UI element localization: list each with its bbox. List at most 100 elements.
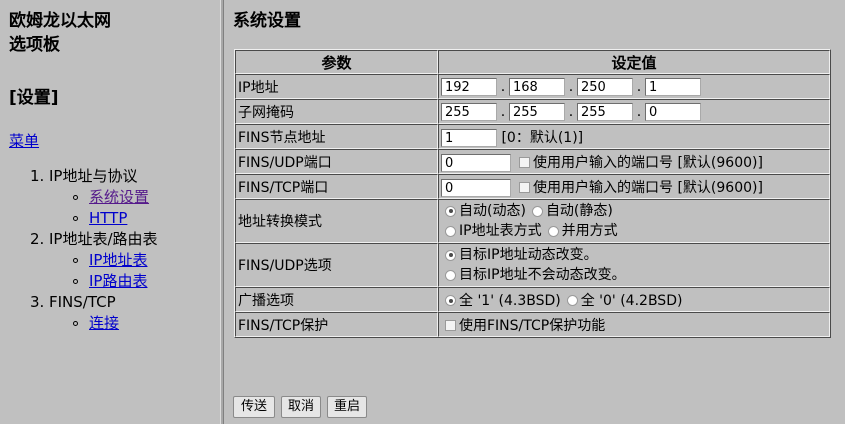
nav-list: 1. IP地址与协议 系统设置 HTTP 2. IP地址表/路由表 IP地址表 … xyxy=(0,166,220,334)
broadcast-all-zeros-radio[interactable] xyxy=(566,295,578,306)
cancel-button[interactable]: 取消 xyxy=(281,396,321,418)
fins-tcp-port-input[interactable]: 0 xyxy=(441,178,511,197)
column-header-param: 参数 xyxy=(235,50,438,74)
table-header-row: 参数 设定值 xyxy=(235,50,830,74)
fins-tcp-user-port-label: 使用用户输入的端口号 [默认(9600)] xyxy=(533,179,763,196)
nav-item-system-settings: 系统设置 xyxy=(0,187,220,208)
settings-table: 参数 设定值 IP地址 192. 168. 250. 1 子网掩码 255. 255. 2… xyxy=(234,49,831,338)
nav-item-ip-address-table: IP地址表 xyxy=(0,250,220,271)
addr-combined-label: 并用方式 xyxy=(561,223,618,239)
table-row: FINS/UDP选项 目标IP地址动态改变。 目标IP地址不会动态改变。 xyxy=(235,243,830,287)
udp-dynamic-change-label: 目标IP地址动态改变。 xyxy=(459,247,598,263)
fins-udp-user-port-label: 使用用户输入的端口号 [默认(9600)] xyxy=(533,154,763,171)
nav-item-http: HTTP xyxy=(0,208,220,229)
fins-udp-port-input[interactable]: 0 xyxy=(441,153,511,172)
radio-line: 目标IP地址动态改变。 xyxy=(441,245,827,265)
table-row: IP地址 192. 168. 250. 1 xyxy=(235,74,830,99)
fins-udp-port-label: FINS/UDP端口 xyxy=(235,149,438,174)
nav-section-number: 3. xyxy=(30,293,45,311)
addr-combined-radio[interactable] xyxy=(547,225,559,237)
addr-auto-dynamic-label: 自动(动态) xyxy=(459,203,526,219)
udp-dynamic-change-radio[interactable] xyxy=(445,249,456,261)
radio-line: 自动(动态) 自动(静态) xyxy=(441,201,827,221)
fins-tcp-protect-label: FINS/TCP保护 xyxy=(235,312,438,337)
nav-item-ip-route-table: IP路由表 xyxy=(0,271,220,292)
ip-address-value: 192. 168. 250. 1 xyxy=(438,74,830,99)
broadcast-all-ones-radio[interactable] xyxy=(445,295,456,306)
nav-section-number: 1. xyxy=(30,167,45,185)
fins-node-value: 1 [0：默认(1)] xyxy=(438,124,830,149)
addr-auto-static-label: 自动(静态) xyxy=(545,203,613,219)
ip-octet-3-input[interactable]: 250 xyxy=(577,77,633,96)
broadcast-all-zeros-label: 全 '0' (4.2BSD) xyxy=(580,292,683,309)
broadcast-all-ones-label: 全 '1' (4.3BSD) xyxy=(459,292,561,309)
addr-table-radio[interactable] xyxy=(445,225,456,237)
nav-link-ip-address-table[interactable]: IP地址表 xyxy=(89,250,147,271)
bullet-icon xyxy=(73,216,78,221)
fins-tcp-protect-checkbox-label: 使用FINS/TCP保护功能 xyxy=(459,317,606,334)
fins-tcp-protect-value: 使用FINS/TCP保护功能 xyxy=(438,312,830,337)
nav-item-connection: 连接 xyxy=(0,313,220,334)
fins-tcp-port-value: 0 使用用户输入的端口号 [默认(9600)] xyxy=(438,174,830,199)
addr-table-label: IP地址表方式 xyxy=(459,223,542,239)
nav-link-system-settings[interactable]: 系统设置 xyxy=(89,187,149,208)
menu-link[interactable]: 菜单 xyxy=(9,130,39,151)
dot-separator: . xyxy=(500,103,506,120)
broadcast-label: 广播选项 xyxy=(235,287,438,312)
table-row: FINS/TCP保护 使用FINS/TCP保护功能 xyxy=(235,312,830,337)
mask-octet-4-input[interactable]: 0 xyxy=(645,102,701,121)
table-row: 广播选项 全 '1' (4.3BSD) 全 '0' (4.2BSD) xyxy=(235,287,830,312)
fins-udp-user-port-checkbox[interactable] xyxy=(519,157,530,168)
udp-no-dynamic-change-radio[interactable] xyxy=(445,269,456,281)
bullet-icon xyxy=(73,258,78,263)
fins-node-hint: [0：默认(1)] xyxy=(501,129,584,146)
ip-address-label: IP地址 xyxy=(235,74,438,99)
mask-octet-1-input[interactable]: 255 xyxy=(441,102,497,121)
radio-line: 目标IP地址不会动态改变。 xyxy=(441,265,827,285)
bullet-icon xyxy=(73,279,78,284)
mask-octet-3-input[interactable]: 255 xyxy=(577,102,633,121)
nav-link-ip-route-table[interactable]: IP路由表 xyxy=(89,271,147,292)
main-content: 系统设置 参数 设定值 IP地址 192. 168. 250. 1 子网掩码 255.… xyxy=(224,0,845,424)
sidebar: 欧姆龙以太网 选项板 [设置] 菜单 1. IP地址与协议 系统设置 HTTP … xyxy=(0,0,220,424)
addr-conversion-value: 自动(动态) 自动(静态) IP地址表方式 并用方式 xyxy=(438,199,830,243)
send-button[interactable]: 传送 xyxy=(233,396,275,418)
page-title: 系统设置 xyxy=(233,11,301,31)
dot-separator: . xyxy=(568,103,574,120)
addr-conversion-label: 地址转换模式 xyxy=(235,199,438,243)
nav-section-ip-protocol: 1. IP地址与协议 xyxy=(0,166,220,187)
broadcast-value: 全 '1' (4.3BSD) 全 '0' (4.2BSD) xyxy=(438,287,830,312)
dot-separator: . xyxy=(500,78,506,95)
nav-link-connection[interactable]: 连接 xyxy=(89,313,119,334)
dot-separator: . xyxy=(568,78,574,95)
dot-separator: . xyxy=(636,78,642,95)
nav-section-ip-tables: 2. IP地址表/路由表 xyxy=(0,229,220,250)
fins-node-label: FINS节点地址 xyxy=(235,124,438,149)
mask-octet-2-input[interactable]: 255 xyxy=(509,102,565,121)
nav-section-label: FINS/TCP xyxy=(49,293,116,311)
brand-title: 欧姆龙以太网 选项板 xyxy=(9,9,111,57)
nav-link-http[interactable]: HTTP xyxy=(89,208,127,229)
udp-no-dynamic-change-label: 目标IP地址不会动态改变。 xyxy=(459,267,626,283)
ip-octet-4-input[interactable]: 1 xyxy=(645,77,701,96)
table-row: 地址转换模式 自动(动态) 自动(静态) IP地址表方式 并用方式 xyxy=(235,199,830,243)
table-row: FINS/UDP端口 0 使用用户输入的端口号 [默认(9600)] xyxy=(235,149,830,174)
settings-header: [设置] xyxy=(9,88,59,108)
nav-section-label: IP地址与协议 xyxy=(49,167,138,185)
radio-line: IP地址表方式 并用方式 xyxy=(441,221,827,241)
addr-auto-static-radio[interactable] xyxy=(531,205,543,217)
fins-udp-port-value: 0 使用用户输入的端口号 [默认(9600)] xyxy=(438,149,830,174)
nav-section-fins-tcp: 3. FINS/TCP xyxy=(0,292,220,313)
addr-auto-dynamic-radio[interactable] xyxy=(445,205,456,217)
ip-octet-1-input[interactable]: 192 xyxy=(441,77,497,96)
ip-octet-2-input[interactable]: 168 xyxy=(509,77,565,96)
table-row: FINS节点地址 1 [0：默认(1)] xyxy=(235,124,830,149)
nav-section-number: 2. xyxy=(30,230,45,248)
bullet-icon xyxy=(73,321,78,326)
restart-button[interactable]: 重启 xyxy=(327,396,367,418)
fins-tcp-protect-checkbox[interactable] xyxy=(445,320,456,331)
fins-node-input[interactable]: 1 xyxy=(441,128,497,147)
brand-line-2: 选项板 xyxy=(9,35,60,55)
fins-tcp-user-port-checkbox[interactable] xyxy=(519,182,530,193)
brand-line-1: 欧姆龙以太网 xyxy=(9,11,111,31)
